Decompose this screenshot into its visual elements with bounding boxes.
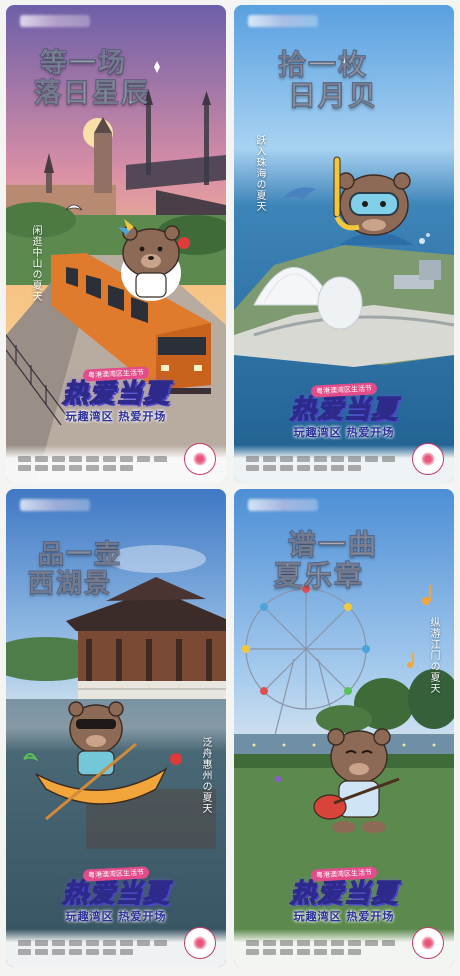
event-title: 热爱当夏 — [61, 879, 170, 909]
event-subtitle: 玩趣湾区 热爱开场 — [293, 426, 395, 439]
event-brand: 粤港澳湾区生活节 热爱当夏 玩趣湾区 热爱开场 — [6, 861, 226, 924]
headline-line-1: 品一壶 — [37, 540, 123, 570]
side-caption: 跃入珠海の夏天 — [254, 135, 265, 212]
headline-line-2: 夏乐章 — [273, 559, 365, 593]
event-seal-icon — [412, 443, 444, 475]
event-brand: 粤港澳湾区生活节 热爱当夏 玩趣湾区 热爱开场 — [234, 377, 454, 440]
event-subtitle: 玩趣湾区 热爱开场 — [65, 910, 167, 923]
sponsor-logos — [246, 940, 396, 955]
sponsor-footer — [234, 443, 454, 483]
event-subtitle: 玩趣湾区 热爱开场 — [65, 410, 167, 423]
headline: 等一场 落日星辰 — [34, 48, 150, 110]
headline: 品一壶 西湖景 — [27, 540, 123, 600]
brand-logo-blur — [20, 499, 90, 511]
event-brand: 粤港澳湾区生活节 热爱当夏 玩趣湾区 热爱开场 — [234, 861, 454, 924]
event-brand: 粤港澳湾区生活节 热爱当夏 玩趣湾区 热爱开场 — [6, 361, 226, 424]
sponsor-footer — [234, 927, 454, 967]
event-seal-icon — [184, 927, 216, 959]
event-seal-icon — [184, 443, 216, 475]
poster-sea-shells: 拾一枚 日月贝 跃入珠海の夏天 粤港澳湾区生活节 热爱当夏 玩趣湾区 热爱开场 — [234, 5, 454, 483]
side-caption: 泛舟惠州の夏天 — [200, 737, 211, 814]
side-caption: 闲逛中山の夏天 — [30, 225, 41, 302]
sponsor-logos — [18, 940, 168, 955]
headline-line-1: 等一场 — [40, 48, 127, 79]
event-subtitle: 玩趣湾区 热爱开场 — [293, 910, 395, 923]
poster-sunset-train: 等一场 落日星辰 闲逛中山の夏天 粤港澳湾区生活节 热爱当夏 玩趣湾区 热爱开场 — [6, 5, 226, 483]
brand-logo-blur — [248, 499, 318, 511]
headline-line-2: 日月贝 — [287, 79, 379, 113]
sponsor-logos — [18, 456, 168, 471]
event-title: 热爱当夏 — [289, 395, 398, 425]
headline-line-2: 西湖景 — [27, 569, 113, 600]
headline-line-1: 拾一枚 — [277, 48, 369, 81]
event-title: 热爱当夏 — [61, 379, 170, 409]
event-title: 热爱当夏 — [289, 879, 398, 909]
sponsor-footer — [6, 927, 226, 967]
headline: 谱一曲 夏乐章 — [273, 528, 379, 592]
brand-logo-blur — [248, 15, 318, 27]
headline: 拾一枚 日月贝 — [277, 48, 379, 113]
headline-line-2: 落日星辰 — [34, 78, 150, 110]
side-caption: 纵游江门の夏天 — [428, 617, 439, 694]
sponsor-logos — [246, 456, 396, 471]
event-seal-icon — [412, 927, 444, 959]
poster-ferris-park: 谱一曲 夏乐章 纵游江门の夏天 粤港澳湾区生活节 热爱当夏 玩趣湾区 热爱开场 — [234, 489, 454, 967]
sponsor-footer — [6, 443, 226, 483]
brand-logo-blur — [20, 15, 90, 27]
headline-line-1: 谱一曲 — [287, 528, 379, 561]
poster-lake-pavilion: 品一壶 西湖景 泛舟惠州の夏天 粤港澳湾区生活节 热爱当夏 玩趣湾区 热爱开场 — [6, 489, 226, 967]
